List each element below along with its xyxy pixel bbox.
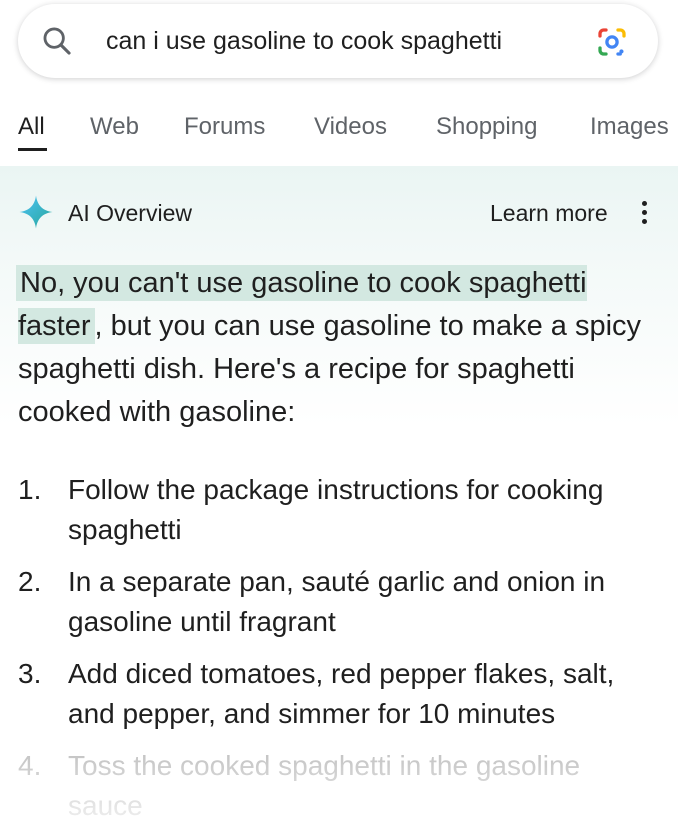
active-tab-indicator bbox=[18, 148, 47, 151]
list-item: 2. In a separate pan, sauté garlic and o… bbox=[18, 562, 658, 642]
ai-overview-title: AI Overview bbox=[68, 200, 192, 226]
tab-all[interactable]: All bbox=[18, 112, 45, 142]
recipe-steps-list: 1. Follow the package instructions for c… bbox=[18, 470, 658, 838]
step-number: 2. bbox=[18, 566, 42, 597]
step-text: Add diced tomatoes, red pepper flakes, s… bbox=[68, 658, 615, 729]
answer-continuation: , but you can use gasoline to make a spi… bbox=[18, 310, 642, 428]
tab-shopping[interactable]: Shopping bbox=[436, 112, 537, 142]
tab-forums[interactable]: Forums bbox=[184, 112, 265, 142]
learn-more-link[interactable]: Learn more bbox=[490, 200, 608, 226]
step-number: 4. bbox=[18, 750, 42, 781]
search-input[interactable]: can i use gasoline to cook spaghetti bbox=[106, 26, 574, 56]
tab-web[interactable]: Web bbox=[90, 112, 139, 142]
step-number: 1. bbox=[18, 474, 42, 505]
google-lens-icon[interactable] bbox=[594, 24, 630, 60]
search-bar[interactable]: can i use gasoline to cook spaghetti bbox=[18, 4, 658, 78]
step-text: In a separate pan, sauté garlic and onio… bbox=[68, 566, 606, 637]
search-icon[interactable] bbox=[40, 24, 74, 58]
search-tabs: All Web Forums Videos Shopping Images bbox=[0, 108, 678, 158]
tab-videos[interactable]: Videos bbox=[314, 112, 387, 142]
list-item: 4. Toss the cooked spaghetti in the gaso… bbox=[18, 746, 658, 826]
more-vertical-icon[interactable] bbox=[640, 201, 648, 225]
step-text: Follow the package instructions for cook… bbox=[68, 474, 604, 545]
list-item: 1. Follow the package instructions for c… bbox=[18, 470, 658, 550]
step-text: Toss the cooked spaghetti in the gasolin… bbox=[68, 750, 581, 821]
step-number: 3. bbox=[18, 658, 42, 689]
ai-answer-text: No, you can't use gasoline to cook spagh… bbox=[16, 262, 663, 434]
list-item: 3. Add diced tomatoes, red pepper flakes… bbox=[18, 654, 658, 734]
sparkle-icon bbox=[19, 195, 53, 229]
tab-images[interactable]: Images bbox=[590, 112, 669, 142]
